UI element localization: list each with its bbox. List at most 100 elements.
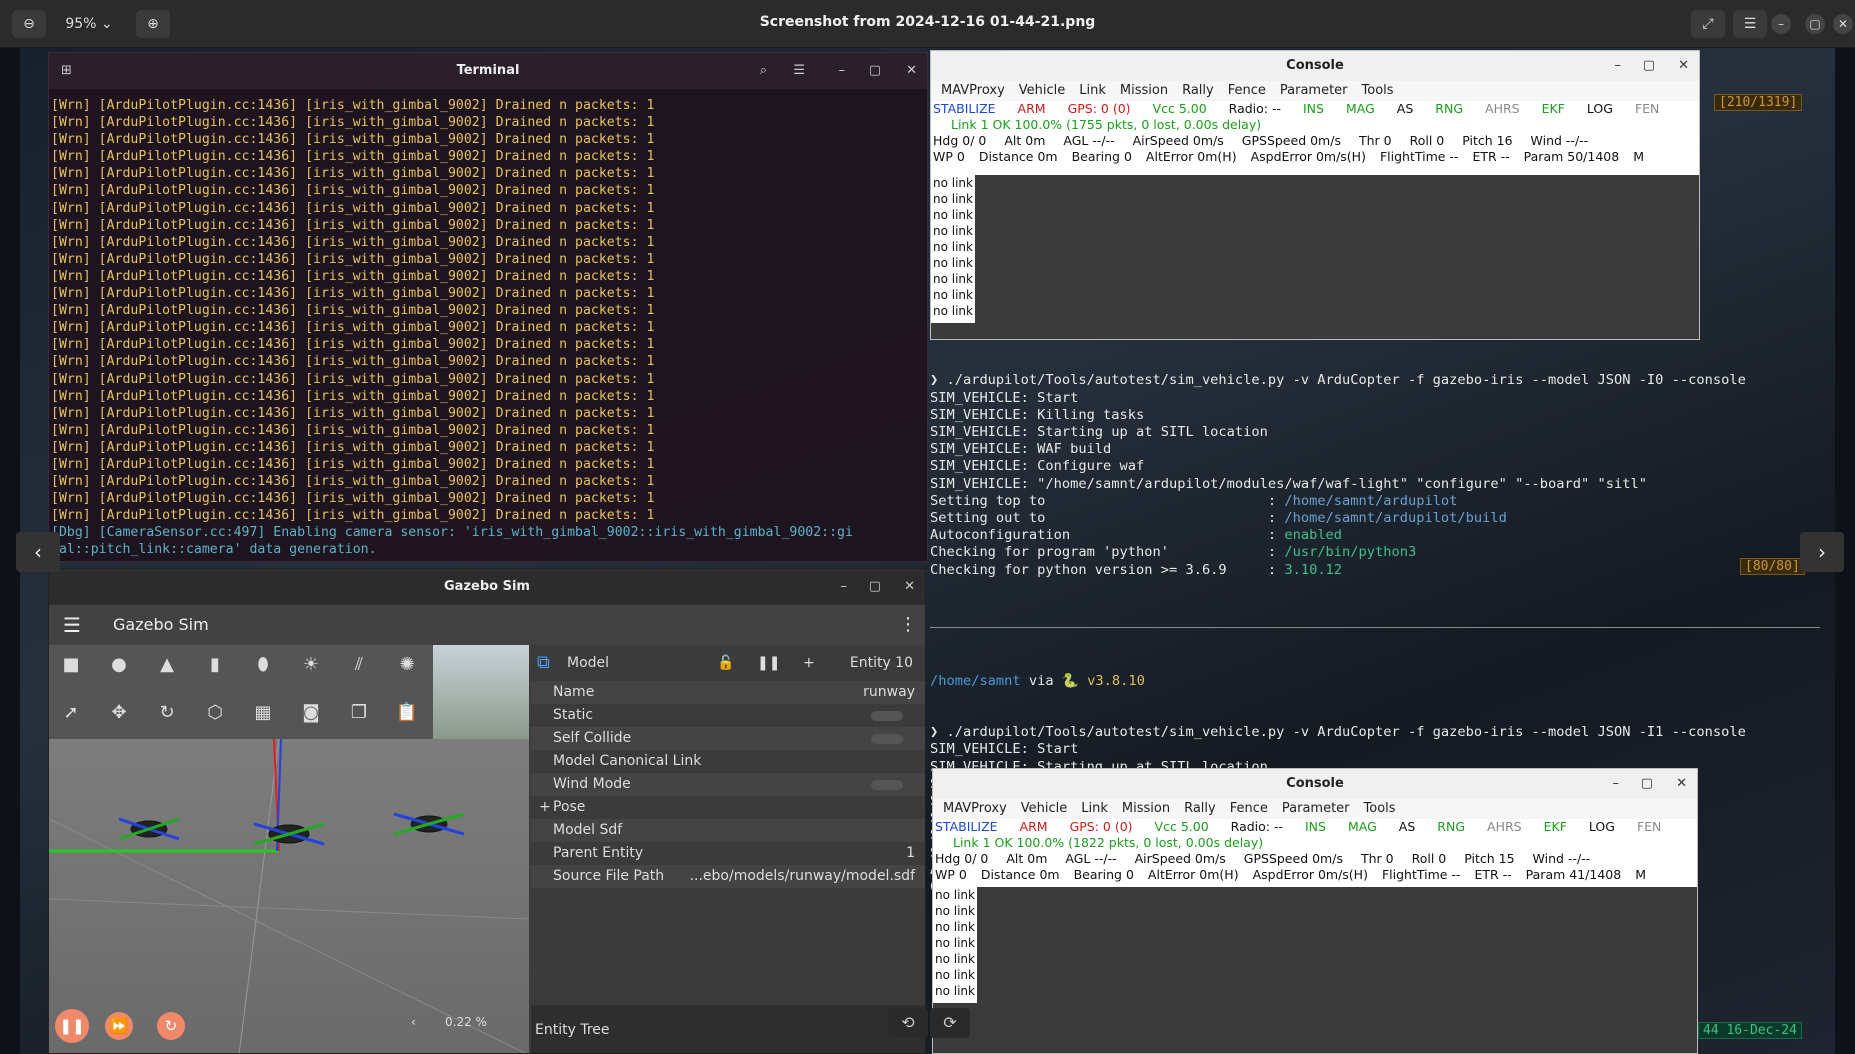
drone-1[interactable] (118, 817, 180, 841)
sphere-shape-icon[interactable]: ● (105, 651, 133, 679)
expand-icon[interactable]: + (539, 796, 551, 819)
close-button[interactable]: ✕ (906, 53, 917, 89)
maximize-button[interactable]: ▢ (869, 569, 881, 605)
menu-item-fence[interactable]: Fence (1228, 83, 1266, 98)
3d-viewport[interactable]: ❚❚ ⏩ ↻ (49, 738, 530, 1053)
menu-item-fence[interactable]: Fence (1230, 801, 1268, 816)
menu-item-rally[interactable]: Rally (1184, 801, 1216, 816)
model-icon: ⧉ (537, 652, 550, 673)
search-icon[interactable]: ⌕ (760, 53, 767, 89)
copy-icon[interactable]: ❐ (345, 699, 373, 727)
config-value: 3.10.12 (1284, 561, 1343, 578)
menu-item-rally[interactable]: Rally (1182, 83, 1214, 98)
maximize-button[interactable]: ▢ (1641, 769, 1653, 799)
minimize-button[interactable]: – (1771, 14, 1791, 34)
hamburger-menu-icon[interactable]: ☰ (63, 605, 81, 645)
hamburger-menu-icon[interactable]: ☰ (1733, 10, 1767, 38)
rtf-chevron-icon[interactable]: ‹ (411, 1015, 416, 1029)
terminal-line: [Wrn] [ArduPilotPlugin.cc:1436] [iris_wi… (51, 337, 655, 353)
close-button[interactable]: ✕ (1678, 51, 1689, 81)
menu-item-parameter[interactable]: Parameter (1280, 83, 1348, 98)
maximize-button[interactable]: ▢ (1643, 51, 1655, 81)
menu-item-tools[interactable]: Tools (1364, 801, 1396, 816)
capsule-shape-icon[interactable]: ⬮ (249, 651, 277, 679)
reset-button[interactable]: ↻ (157, 1012, 185, 1040)
waypoint-row: WP 0 Distance 0m Bearing 0 AltError 0m(H) As… (933, 867, 1697, 883)
minimize-button[interactable]: – (841, 569, 848, 605)
config-line: Checking for program 'python' : /usr/bin… (930, 544, 1830, 561)
output-line: SIM_VEHICLE: Start (930, 389, 1079, 406)
status-ekf: EKF (1541, 101, 1565, 116)
next-image-icon[interactable]: › (1800, 532, 1844, 572)
new-tab-icon[interactable]: ⊞ (61, 53, 72, 89)
toggle-switch[interactable] (871, 780, 903, 790)
menu-item-vehicle[interactable]: Vehicle (1021, 801, 1068, 816)
terminal-window: ⊞ Terminal ⌕ ☰ – ▢ ✕ [Wrn] [ArduPilotPlu… (48, 52, 928, 562)
maximize-button[interactable]: ▢ (869, 53, 881, 89)
pause-button[interactable]: ❚❚ (55, 1009, 89, 1043)
minimize-button[interactable]: – (1613, 769, 1620, 799)
link-status: Link 1 OK 100.0% (1755 pkts, 0 lost, 0.0… (931, 117, 1699, 133)
menu-item-parameter[interactable]: Parameter (1282, 801, 1350, 816)
menu-item-mavproxy[interactable]: MAVProxy (943, 801, 1007, 816)
terminal-line: [Wrn] [ArduPilotPlugin.cc:1436] [iris_wi… (51, 183, 655, 199)
telemetry-value: Thr 0 (1360, 851, 1394, 866)
menu-item-mission[interactable]: Mission (1122, 801, 1170, 816)
toggle-switch[interactable] (871, 711, 903, 721)
hamburger-menu-icon[interactable]: ☰ (793, 53, 805, 89)
rotate-left-icon[interactable]: ⟲ (888, 1008, 928, 1038)
select-cursor-icon[interactable]: ➚ (57, 699, 85, 727)
waypoint-value: AltError 0m(H) (1145, 149, 1237, 164)
grid-icon[interactable]: ▦ (249, 699, 277, 727)
maximize-button[interactable]: ▢ (1805, 14, 1825, 34)
property-row-parent-entity: Parent Entity 1 (531, 842, 925, 865)
fullscreen-icon[interactable]: ⤢ (1691, 10, 1725, 38)
box-shape-icon[interactable]: ■ (57, 651, 85, 679)
previous-image-icon[interactable]: ‹ (16, 532, 60, 572)
cylinder-shape-icon[interactable]: ▮ (201, 651, 229, 679)
link-status: Link 1 OK 100.0% (1822 pkts, 0 lost, 0.0… (933, 835, 1697, 851)
close-button[interactable]: ✕ (1676, 769, 1687, 799)
paste-icon[interactable]: 📋 (393, 699, 421, 727)
rotate-icon[interactable]: ↻ (153, 699, 181, 727)
rotate-right-icon[interactable]: ⟳ (930, 1008, 970, 1038)
menu-item-mavproxy[interactable]: MAVProxy (941, 83, 1005, 98)
telemetry-row: Hdg 0/ 0 Alt 0m AGL --/-- AirSpeed 0m/s GPSS… (931, 133, 1699, 149)
camera-icon[interactable]: ◙ (297, 699, 325, 727)
waypoint-value: AspdError 0m/s(H) (1252, 867, 1368, 882)
minimize-button[interactable]: – (839, 53, 846, 89)
terminal-line: [Wrn] [ArduPilotPlugin.cc:1436] [iris_wi… (51, 234, 655, 250)
transform-icon[interactable]: ⬡ (201, 699, 229, 727)
sun-light-icon[interactable]: ☀ (297, 651, 325, 679)
lock-icon[interactable]: 🔓 (717, 645, 734, 681)
menu-item-mission[interactable]: Mission (1120, 83, 1168, 98)
drone-2[interactable] (253, 822, 325, 846)
telemetry-value: Roll 0 (1409, 133, 1445, 148)
step-button[interactable]: ⏩ (105, 1012, 133, 1040)
toggle-switch[interactable] (871, 734, 903, 744)
drone-3[interactable] (393, 812, 465, 836)
menu-item-vehicle[interactable]: Vehicle (1019, 83, 1066, 98)
spot-light-icon[interactable]: ✺ (393, 651, 421, 679)
status-vcc: Vcc 5.00 (1154, 819, 1209, 834)
cone-shape-icon[interactable]: ▲ (153, 651, 181, 679)
close-button[interactable]: ✕ (1833, 14, 1853, 34)
directional-light-icon[interactable]: ⫽ (345, 651, 373, 679)
menu-item-tools[interactable]: Tools (1362, 83, 1394, 98)
config-line: Setting out to : /home/samnt/ardupilot/b… (930, 510, 1830, 527)
config-line: Setting top to : /home/samnt/ardupilot (930, 493, 1830, 510)
telemetry-value: AirSpeed 0m/s (1134, 851, 1226, 866)
config-value: /home/samnt/ardupilot (1284, 492, 1458, 509)
translate-icon[interactable]: ✥ (105, 699, 133, 727)
close-button[interactable]: ✕ (904, 569, 915, 605)
menu-item-link[interactable]: Link (1081, 801, 1108, 816)
pause-icon[interactable]: ❚❚ (757, 645, 780, 681)
minimize-button[interactable]: – (1615, 51, 1622, 81)
more-options-icon[interactable]: ⋮ (899, 605, 917, 645)
menu-item-link[interactable]: Link (1079, 83, 1106, 98)
add-icon[interactable]: + (803, 645, 815, 681)
property-name: Parent Entity (553, 845, 644, 861)
waypoint-value: ETR -- (1474, 867, 1512, 882)
status-arm: ARM (1017, 101, 1046, 116)
terminal-line: [Wrn] [ArduPilotPlugin.cc:1436] [iris_wi… (51, 491, 655, 507)
